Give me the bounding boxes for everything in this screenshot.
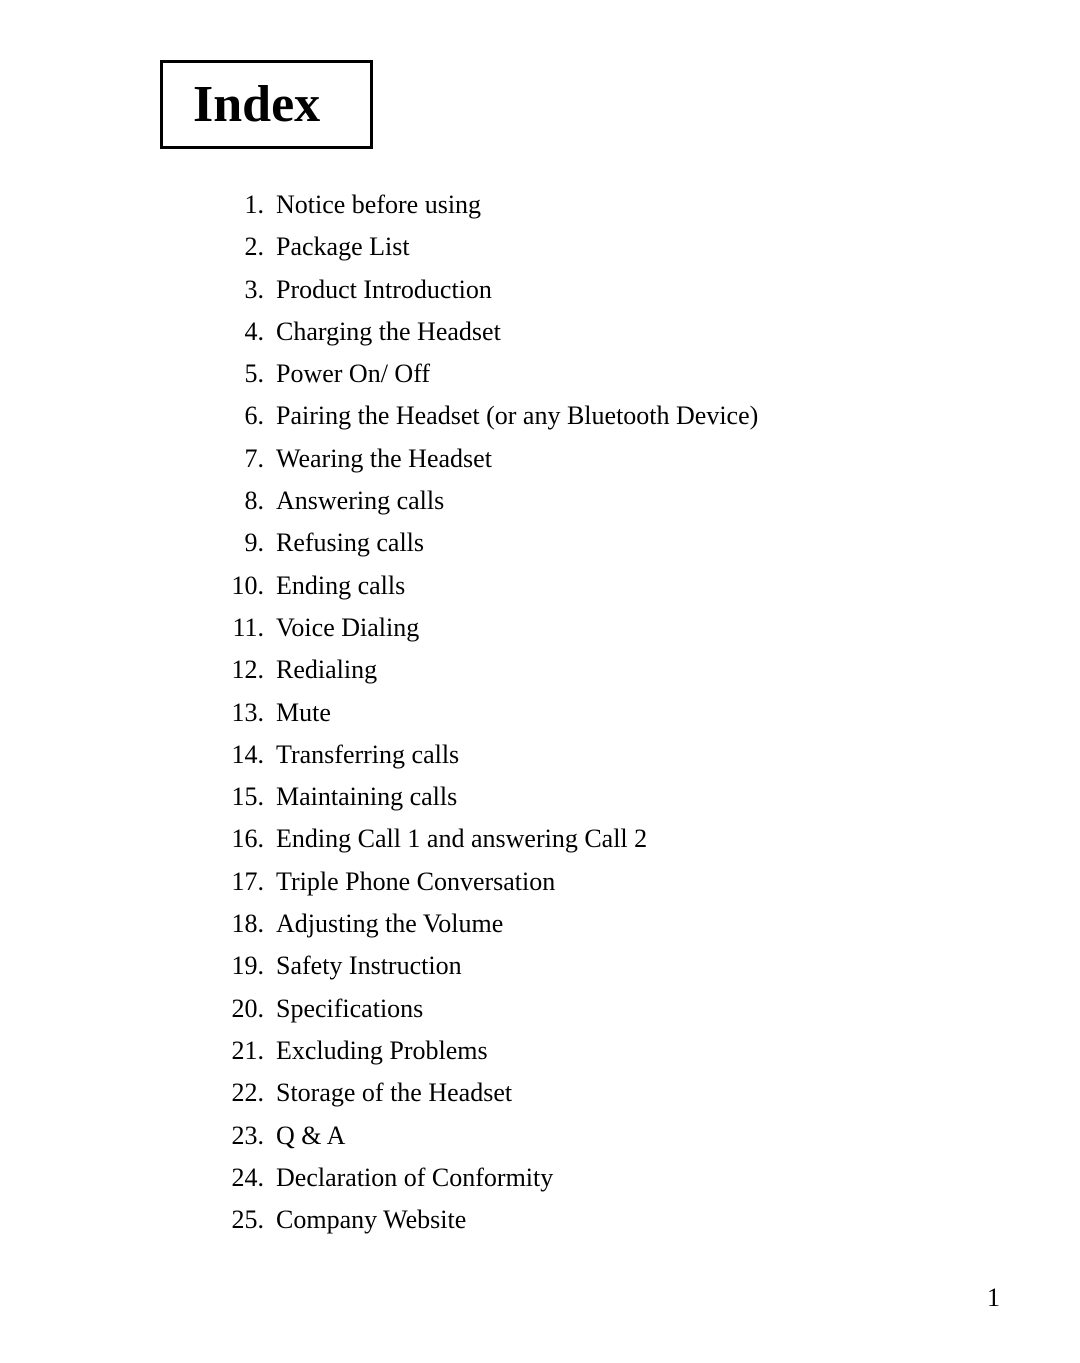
item-number: 21. (220, 1031, 264, 1071)
item-number: 1. (220, 185, 264, 225)
item-label: Specifications (276, 994, 423, 1023)
list-item: 8. Answering calls (220, 481, 1000, 521)
index-list: 1. Notice before using 2. Package List 3. Pro… (220, 185, 1000, 1240)
item-label: Adjusting the Volume (276, 909, 503, 938)
item-label: Redialing (276, 655, 377, 684)
item-number: 17. (220, 862, 264, 902)
list-item: 11. Voice Dialing (220, 608, 1000, 648)
item-number: 24. (220, 1158, 264, 1198)
item-number: 15. (220, 777, 264, 817)
list-item: 20. Specifications (220, 989, 1000, 1029)
item-label: Package List (276, 232, 410, 261)
item-number: 6. (220, 396, 264, 436)
item-label: Excluding Problems (276, 1036, 488, 1065)
list-item: 4. Charging the Headset (220, 312, 1000, 352)
page-title: Index (193, 76, 320, 133)
item-number: 10. (220, 566, 264, 606)
item-label: Maintaining calls (276, 782, 457, 811)
item-label: Answering calls (276, 486, 444, 515)
item-number: 2. (220, 227, 264, 267)
item-number: 7. (220, 439, 264, 479)
item-label: Notice before using (276, 190, 481, 219)
list-item: 22. Storage of the Headset (220, 1073, 1000, 1113)
title-box: Index (160, 60, 373, 149)
list-item: 9. Refusing calls (220, 523, 1000, 563)
item-number: 8. (220, 481, 264, 521)
item-label: Mute (276, 698, 331, 727)
item-number: 4. (220, 312, 264, 352)
list-item: 1. Notice before using (220, 185, 1000, 225)
item-number: 22. (220, 1073, 264, 1113)
item-label: Declaration of Conformity (276, 1163, 553, 1192)
item-number: 14. (220, 735, 264, 775)
list-item: 24. Declaration of Conformity (220, 1158, 1000, 1198)
item-number: 12. (220, 650, 264, 690)
list-item: 21. Excluding Problems (220, 1031, 1000, 1071)
list-item: 2. Package List (220, 227, 1000, 267)
list-item: 14. Transferring calls (220, 735, 1000, 775)
list-item: 13. Mute (220, 693, 1000, 733)
item-label: Q & A (276, 1121, 345, 1150)
item-number: 23. (220, 1116, 264, 1156)
item-label: Refusing calls (276, 528, 424, 557)
item-number: 20. (220, 989, 264, 1029)
item-label: Ending Call 1 and answering Call 2 (276, 824, 647, 853)
list-item: 7. Wearing the Headset (220, 439, 1000, 479)
list-item: 6. Pairing the Headset (or any Bluetooth … (220, 396, 1000, 436)
list-item: 19. Safety Instruction (220, 946, 1000, 986)
item-label: Wearing the Headset (276, 444, 492, 473)
item-label: Pairing the Headset (or any Bluetooth De… (276, 401, 758, 430)
item-number: 19. (220, 946, 264, 986)
page-number: 1 (987, 1283, 1000, 1313)
list-item: 16. Ending Call 1 and answering Call 2 (220, 819, 1000, 859)
item-label: Power On/ Off (276, 359, 430, 388)
item-label: Storage of the Headset (276, 1078, 512, 1107)
item-label: Voice Dialing (276, 613, 419, 642)
item-number: 25. (220, 1200, 264, 1240)
item-label: Safety Instruction (276, 951, 462, 980)
item-number: 3. (220, 270, 264, 310)
list-item: 18. Adjusting the Volume (220, 904, 1000, 944)
item-number: 13. (220, 693, 264, 733)
list-item: 23. Q & A (220, 1116, 1000, 1156)
list-item: 10. Ending calls (220, 566, 1000, 606)
item-number: 18. (220, 904, 264, 944)
item-number: 5. (220, 354, 264, 394)
list-item: 5. Power On/ Off (220, 354, 1000, 394)
list-item: 15. Maintaining calls (220, 777, 1000, 817)
list-item: 12. Redialing (220, 650, 1000, 690)
list-item: 3. Product Introduction (220, 270, 1000, 310)
list-item: 17. Triple Phone Conversation (220, 862, 1000, 902)
item-number: 16. (220, 819, 264, 859)
page: Index 1. Notice before using 2. Package Lis… (0, 0, 1080, 1363)
list-item: 25. Company Website (220, 1200, 1000, 1240)
item-number: 11. (220, 608, 264, 648)
item-label: Ending calls (276, 571, 405, 600)
item-label: Transferring calls (276, 740, 459, 769)
item-label: Triple Phone Conversation (276, 867, 555, 896)
item-number: 9. (220, 523, 264, 563)
item-label: Company Website (276, 1205, 466, 1234)
item-label: Charging the Headset (276, 317, 501, 346)
item-label: Product Introduction (276, 275, 492, 304)
